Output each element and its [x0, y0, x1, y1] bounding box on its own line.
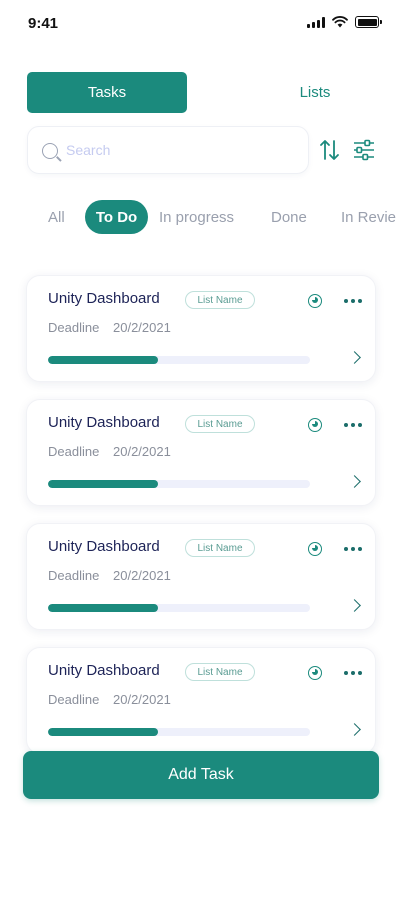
clock-icon: [308, 418, 322, 432]
view-segment: Tasks Lists: [27, 72, 375, 113]
deadline-label: Deadline: [48, 444, 100, 459]
add-task-button[interactable]: Add Task: [23, 751, 379, 799]
tab-tasks[interactable]: Tasks: [27, 72, 187, 113]
task-title: Unity Dashboard: [48, 414, 160, 431]
sort-icon[interactable]: [319, 138, 341, 162]
cellular-signal-icon: [307, 16, 325, 28]
search-input[interactable]: [66, 137, 296, 163]
deadline-date: 20/2/2021: [113, 692, 171, 707]
task-title: Unity Dashboard: [48, 662, 160, 679]
progress-bar: [48, 480, 310, 488]
task-card[interactable]: Unity Dashboard List Name Deadline 20/2/…: [26, 647, 376, 754]
progress-fill: [48, 480, 159, 488]
search-icon: [42, 143, 58, 159]
progress-fill: [48, 728, 159, 736]
chevron-right-icon[interactable]: [348, 599, 361, 612]
task-card[interactable]: Unity Dashboard List Name Deadline 20/2/…: [26, 523, 376, 630]
deadline-date: 20/2/2021: [113, 320, 171, 335]
list-name-badge: List Name: [185, 663, 255, 681]
chevron-right-icon[interactable]: [348, 475, 361, 488]
more-dots-icon[interactable]: [344, 671, 362, 675]
progress-bar: [48, 728, 310, 736]
status-filter-bar: All To Do In progress Done In Revie: [0, 200, 401, 234]
deadline-date: 20/2/2021: [113, 444, 171, 459]
task-title: Unity Dashboard: [48, 538, 160, 555]
chevron-right-icon[interactable]: [348, 723, 361, 736]
clock-icon: [308, 666, 322, 680]
deadline-label: Deadline: [48, 320, 100, 335]
deadline-label: Deadline: [48, 568, 100, 583]
wifi-icon: [332, 16, 348, 28]
more-dots-icon[interactable]: [344, 423, 362, 427]
list-name-badge: List Name: [185, 291, 255, 309]
clock-icon: [308, 294, 322, 308]
progress-fill: [48, 604, 159, 612]
deadline-label: Deadline: [48, 692, 100, 707]
deadline-date: 20/2/2021: [113, 568, 171, 583]
chevron-right-icon[interactable]: [348, 351, 361, 364]
filter-chip-to-do[interactable]: To Do: [85, 200, 148, 234]
clock-icon: [308, 542, 322, 556]
list-name-badge: List Name: [185, 539, 255, 557]
battery-icon: [355, 16, 382, 28]
progress-bar: [48, 356, 310, 364]
list-name-badge: List Name: [185, 415, 255, 433]
tab-lists[interactable]: Lists: [227, 72, 401, 113]
status-time: 9:41: [28, 15, 59, 32]
status-bar: 9:41: [0, 0, 401, 50]
progress-fill: [48, 356, 159, 364]
task-title: Unity Dashboard: [48, 290, 160, 307]
more-dots-icon[interactable]: [344, 299, 362, 303]
filter-sliders-icon[interactable]: [352, 138, 376, 162]
status-icons: [307, 16, 382, 28]
filter-chip-in-progress[interactable]: In progress: [159, 200, 234, 234]
progress-bar: [48, 604, 310, 612]
search-box: [27, 126, 309, 174]
task-card[interactable]: Unity Dashboard List Name Deadline 20/2/…: [26, 275, 376, 382]
filter-chip-done[interactable]: Done: [271, 200, 307, 234]
more-dots-icon[interactable]: [344, 547, 362, 551]
filter-chip-in-review[interactable]: In Revie: [341, 200, 396, 234]
filter-chip-all[interactable]: All: [48, 200, 65, 234]
task-card[interactable]: Unity Dashboard List Name Deadline 20/2/…: [26, 399, 376, 506]
